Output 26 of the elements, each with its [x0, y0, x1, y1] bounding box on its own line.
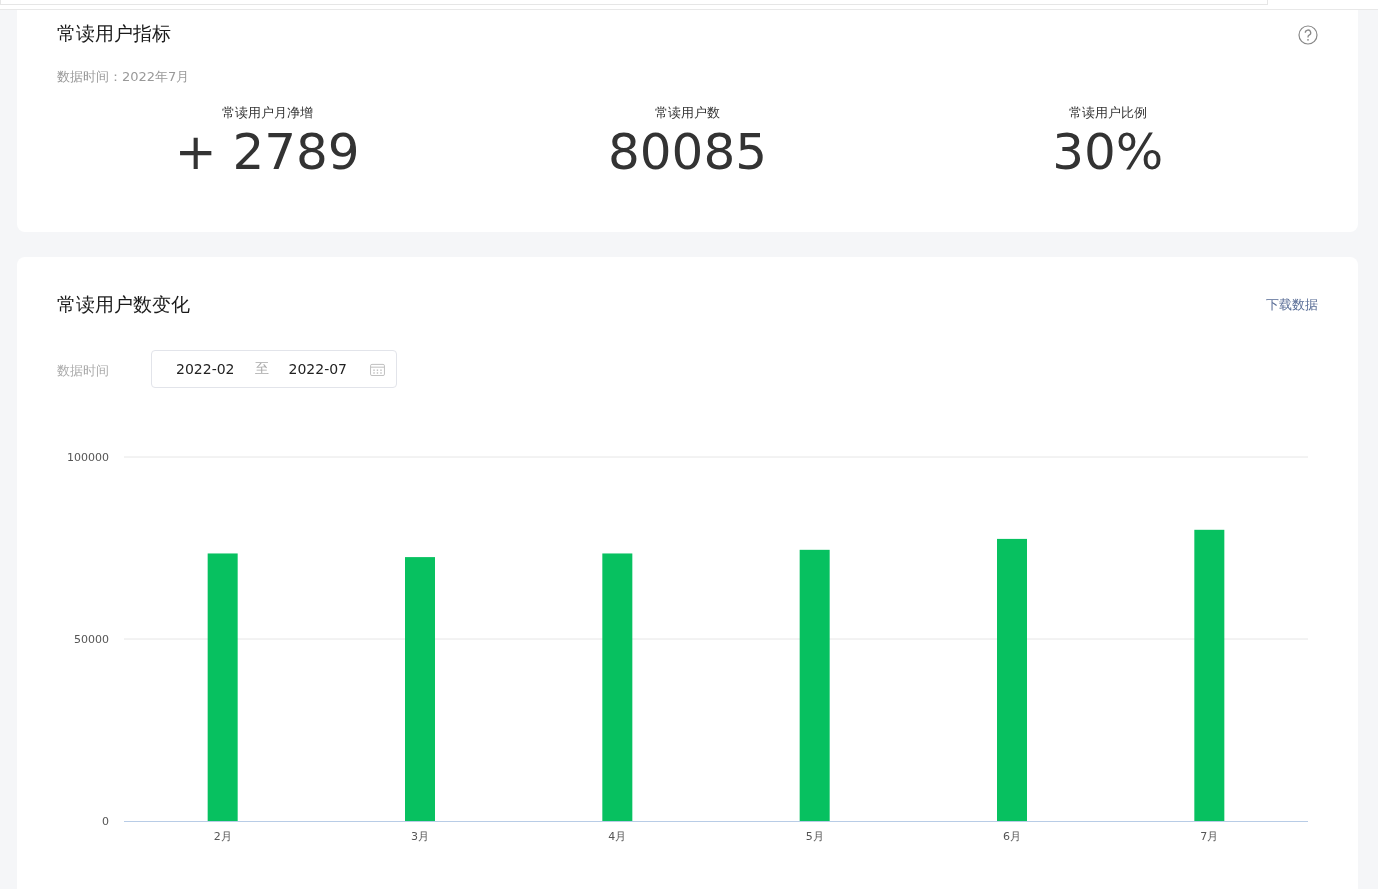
card-title: 常读用户指标 — [57, 21, 171, 46]
help-icon[interactable] — [1298, 25, 1318, 45]
metric-value: 80085 — [607, 124, 767, 180]
start-date: 2022-02 — [176, 361, 235, 377]
metric-value: 30% — [1052, 124, 1164, 180]
metric-label: 常读用户比例 — [1068, 104, 1147, 122]
axis-label: 50000 — [74, 633, 109, 646]
date-range-picker[interactable]: 2022-02 至 2022-07 — [151, 350, 397, 388]
range-separator: 至 — [254, 360, 269, 378]
metric-label: 常读用户数 — [655, 104, 720, 122]
metric-label: 常读用户月净增 — [221, 104, 313, 122]
calendar-icon — [370, 362, 385, 376]
axis-label: 5月 — [805, 830, 824, 843]
axis-label: 2月 — [213, 830, 232, 843]
axis-label: 0 — [102, 815, 109, 828]
axis-label: 3月 — [411, 830, 429, 843]
data-time: 数据时间：2022年7月 — [57, 68, 191, 86]
axis-label: 6月 — [1003, 830, 1021, 843]
card-title: 常读用户数变化 — [57, 292, 190, 317]
axis-label: 100000 — [67, 451, 109, 464]
download-link[interactable]: 下载数据 — [1266, 296, 1318, 314]
axis-label: 7月 — [1200, 830, 1219, 843]
end-date: 2022-07 — [288, 361, 347, 377]
metric-value: + 2789 — [174, 124, 360, 180]
axis-label: 4月 — [608, 830, 627, 843]
date-label: 数据时间 — [57, 362, 110, 380]
